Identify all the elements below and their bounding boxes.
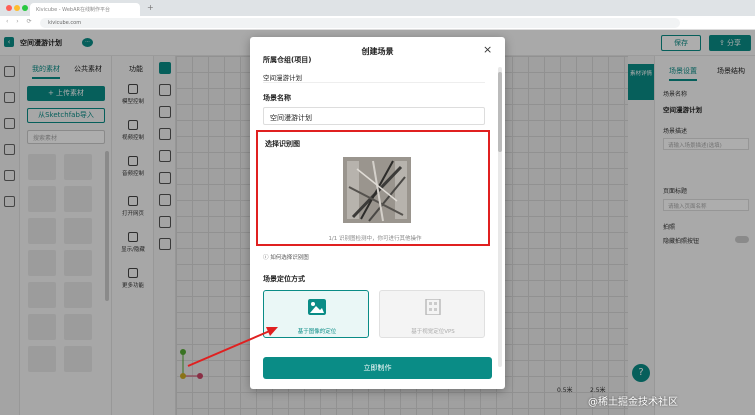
mode-label: 场景定位方式 (263, 275, 305, 283)
scene-name-label: 场景名称 (263, 94, 291, 102)
mode-vps-positioning[interactable]: 基于视觉定位VPS (379, 290, 485, 338)
maximize-window-icon[interactable] (22, 5, 28, 11)
building-photo-image (343, 157, 411, 223)
minimize-window-icon[interactable] (14, 5, 20, 11)
watermark-text: @稀土掘金技术社区 (588, 397, 678, 408)
recognition-image-preview[interactable] (343, 157, 411, 223)
close-window-icon[interactable] (6, 5, 12, 11)
how-to-choose-link[interactable]: ⓘ 如何选择识别图 (263, 253, 309, 261)
browser-tab[interactable]: Kivicube - WebAR在线制作平台 (30, 3, 140, 16)
repo-select[interactable]: 空间漫游计划 (263, 69, 485, 83)
mode-option-label: 基于视觉定位VPS (411, 329, 455, 335)
scene-name-input[interactable]: 空间漫游计划 (263, 107, 485, 125)
url-input[interactable]: kivicube.com (40, 18, 680, 28)
recognition-image-highlight: 选择识别图 1/1 识别图检测中，你可进行其他操作 (256, 130, 490, 246)
how-to-choose-text: 如何选择识别图 (270, 255, 309, 261)
annotation-arrow (187, 327, 278, 367)
browser-url-bar: ‹ › ⟳ kivicube.com (0, 16, 755, 30)
recognition-status-hint: 1/1 识别图检测中，你可进行其他操作 (328, 236, 422, 242)
recognition-image-label: 选择识别图 (265, 140, 300, 148)
browser-nav-icons[interactable]: ‹ › ⟳ (6, 18, 35, 25)
dialog-scrollbar-thumb[interactable] (498, 72, 502, 152)
arrow-shaft (187, 329, 273, 367)
browser-tab-bar: Kivicube - WebAR在线制作平台 + (0, 0, 755, 16)
close-icon[interactable]: × (483, 43, 492, 56)
repo-label: 所属仓组(项目) (263, 56, 312, 64)
vps-positioning-icon (425, 299, 441, 315)
new-tab-icon[interactable]: + (147, 3, 154, 12)
